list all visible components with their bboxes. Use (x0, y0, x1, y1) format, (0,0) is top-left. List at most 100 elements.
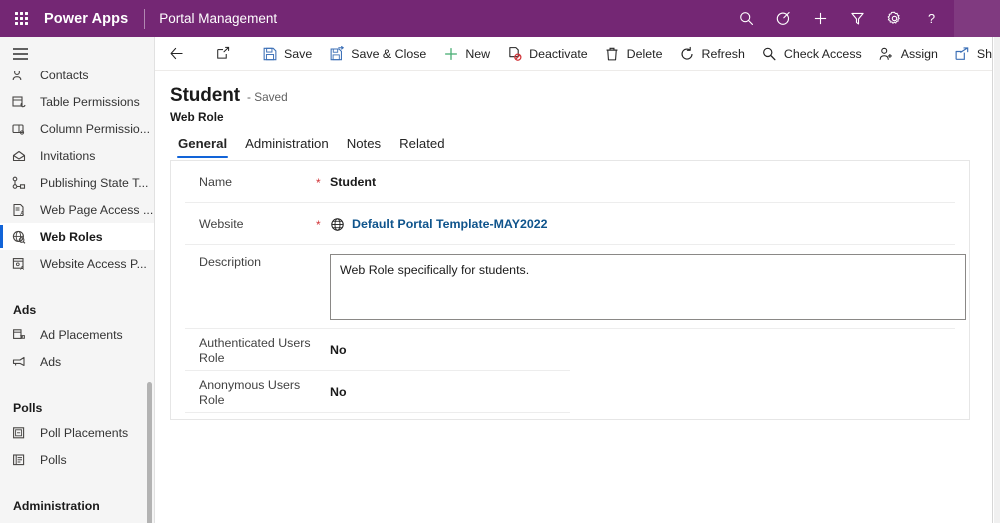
save-icon (261, 45, 278, 62)
nav-collapse-button[interactable] (0, 37, 40, 71)
tab-administration[interactable]: Administration (236, 136, 338, 158)
sidebar-item-website-access-permissions[interactable]: A Website Access P... (0, 250, 155, 277)
share-icon (954, 45, 971, 62)
field-value-name[interactable]: Student (330, 175, 969, 189)
polls-icon (11, 450, 33, 470)
sidebar-item-label: Table Permissions (33, 95, 140, 109)
contacts-icon (11, 71, 33, 85)
globe-icon (330, 217, 345, 232)
plus-icon (442, 45, 459, 62)
poll-placements-icon (11, 423, 33, 443)
sidebar-item-label: Poll Placements (33, 426, 128, 440)
avatar[interactable] (954, 0, 1000, 37)
sidebar-item-contacts[interactable]: Contacts (0, 71, 155, 88)
tab-general[interactable]: General (169, 136, 236, 158)
page-scrollbar[interactable] (994, 37, 1000, 523)
command-label: Refresh (702, 47, 745, 61)
sidebar-item-web-page-access[interactable]: A Web Page Access ... (0, 196, 155, 223)
column-permissions-icon (11, 119, 33, 139)
sidebar-group-administration: Administration (0, 487, 155, 517)
field-value-anonymous-users-role[interactable]: No (330, 385, 969, 399)
page-title: Student (170, 85, 240, 107)
record-title-row: Student - Saved (170, 85, 992, 107)
sidebar-item-publishing-state[interactable]: Publishing State T... (0, 169, 155, 196)
ad-placements-icon (11, 325, 33, 345)
gear-icon (886, 10, 903, 27)
required-indicator: * (316, 217, 330, 232)
help-button[interactable]: ? (913, 0, 950, 37)
new-button[interactable]: New (434, 38, 498, 70)
sidebar-item-label: Web Page Access ... (33, 203, 153, 217)
filter-button[interactable] (839, 0, 876, 37)
deactivate-button[interactable]: Deactivate (498, 38, 596, 70)
field-label-name: Name (171, 174, 316, 190)
assign-button[interactable]: Assign (870, 38, 946, 70)
sidebar-item-polls[interactable]: Polls (0, 446, 155, 473)
field-value-description: Web Role specifically for students. (330, 254, 969, 329)
popout-button[interactable] (206, 38, 247, 70)
required-spacer (316, 392, 330, 393)
sidebar-item-web-roles[interactable]: Web Roles (0, 223, 155, 250)
sidebar-item-label: Polls (33, 453, 67, 467)
svg-text:A: A (20, 211, 24, 217)
command-label: Save & Close (351, 47, 426, 61)
target-icon (775, 10, 792, 27)
website-lookup-link[interactable]: Default Portal Template-MAY2022 (330, 217, 969, 232)
check-access-button[interactable]: Check Access (753, 38, 870, 70)
back-button[interactable] (159, 38, 200, 70)
sidebar-item-clipped[interactable] (0, 517, 155, 523)
create-button[interactable] (802, 0, 839, 37)
save-button[interactable]: Save (253, 38, 320, 70)
delete-button[interactable]: Delete (596, 38, 671, 70)
form-tabs: General Administration Notes Related (155, 124, 992, 158)
waffle-icon (15, 12, 28, 25)
search-button[interactable] (728, 0, 765, 37)
app-launcher-button[interactable] (0, 0, 42, 37)
command-label: Share (977, 47, 993, 61)
command-label: Deactivate (529, 47, 588, 61)
invitations-icon (11, 146, 33, 166)
sidebar-scrollbar[interactable] (147, 382, 152, 523)
form-card: Name * Student Website * Default Portal … (170, 160, 970, 420)
tab-related[interactable]: Related (390, 136, 453, 158)
search-icon (738, 10, 755, 27)
save-close-icon (328, 45, 345, 62)
sidebar-item-label: Ads (33, 355, 61, 369)
brand-divider (144, 9, 145, 29)
sidebar-item-label: Invitations (33, 149, 95, 163)
form-row-description: Description Web Role specifically for st… (171, 245, 969, 329)
sidebar-item-column-permissions[interactable]: Column Permissio... (0, 115, 155, 142)
focus-button[interactable] (765, 0, 802, 37)
sidebar-scroll-region[interactable]: Contacts Table Permissions Column Permis… (0, 71, 155, 523)
field-value-website: Default Portal Template-MAY2022 (330, 217, 969, 232)
sidebar-item-invitations[interactable]: Invitations (0, 142, 155, 169)
command-label: New (465, 47, 490, 61)
sidebar-item-table-permissions[interactable]: Table Permissions (0, 88, 155, 115)
svg-text:?: ? (928, 11, 935, 26)
save-status: - Saved (240, 90, 288, 104)
sidebar-item-ads[interactable]: Ads (0, 348, 155, 375)
open-new-window-icon (215, 45, 232, 62)
check-access-icon (761, 45, 778, 62)
field-label-authenticated-users-role: Authenticated Users Role (171, 335, 316, 365)
sidebar-item-label: Contacts (33, 71, 89, 82)
ads-icon (11, 352, 33, 372)
website-link-text: Default Portal Template-MAY2022 (352, 217, 548, 231)
brand-label[interactable]: Power Apps (42, 11, 128, 27)
save-and-close-button[interactable]: Save & Close (320, 38, 434, 70)
refresh-button[interactable]: Refresh (671, 38, 753, 70)
sidebar-item-ad-placements[interactable]: Ad Placements (0, 321, 155, 348)
sidebar-item-poll-placements[interactable]: Poll Placements (0, 419, 155, 446)
sidebar-item-label: Web Roles (33, 230, 103, 244)
field-value-authenticated-users-role[interactable]: No (330, 343, 969, 357)
form-row-anonymous-users-role: Anonymous Users Role No (171, 371, 969, 413)
deactivate-icon (506, 45, 523, 62)
tab-notes[interactable]: Notes (338, 136, 390, 158)
sidebar-group-polls: Polls (0, 389, 155, 419)
table-permissions-icon (11, 92, 33, 112)
share-button[interactable]: Share (946, 38, 993, 70)
settings-button[interactable] (876, 0, 913, 37)
app-name-label[interactable]: Portal Management (159, 11, 277, 26)
command-bar: Save Save & Close New Deactivate Delete (155, 37, 993, 71)
description-textarea[interactable]: Web Role specifically for students. (330, 254, 966, 320)
